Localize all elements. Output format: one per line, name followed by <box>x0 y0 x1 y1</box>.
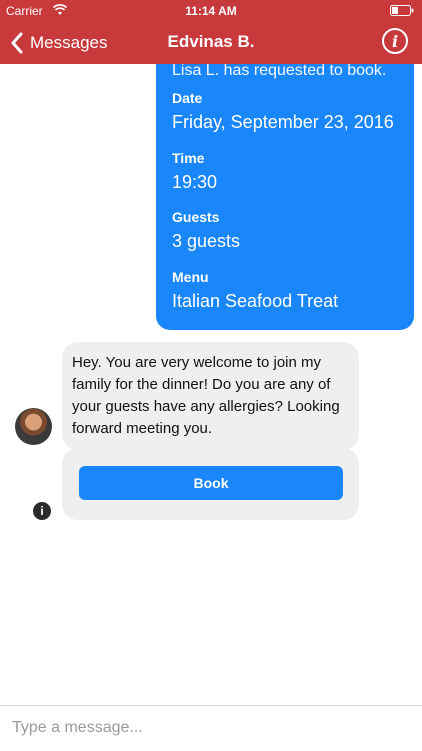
booking-field-menu: Menu Italian Seafood Treat <box>172 269 338 312</box>
booking-field-value: Friday, September 23, 2016 <box>172 112 394 132</box>
booking-request-text: Lisa L. has requested to book. <box>172 64 387 79</box>
info-icon[interactable]: i <box>382 28 408 54</box>
reply-message-bubble: Hey. You are very welcome to join my fam… <box>62 342 359 450</box>
battery-icon <box>390 5 414 16</box>
top-bar: Carrier 11:14 AM Messages Edvinas B. i <box>0 0 422 64</box>
message-input[interactable] <box>10 716 414 740</box>
booking-field-label: Time <box>172 150 205 166</box>
book-button[interactable]: Book <box>79 466 343 500</box>
info-icon-glyph: i <box>40 504 44 518</box>
booking-field-label: Date <box>172 90 203 106</box>
booking-request-bubble: Lisa L. has requested to book. Date Frid… <box>156 64 414 330</box>
booking-field-label: Menu <box>172 269 209 285</box>
booking-field-date: Date Friday, September 23, 2016 <box>172 90 394 133</box>
info-icon-glyph: i <box>391 31 399 51</box>
status-bar: Carrier 11:14 AM <box>0 0 422 22</box>
booking-field-guests: Guests 3 guests <box>172 209 240 252</box>
info-icon[interactable]: i <box>33 502 51 520</box>
message-composer <box>0 705 422 751</box>
booking-field-time: Time 19:30 <box>172 150 217 193</box>
chat-area[interactable]: Lisa L. has requested to book. Date Frid… <box>0 64 422 704</box>
booking-field-label: Guests <box>172 209 220 225</box>
booking-field-value: Italian Seafood Treat <box>172 291 339 311</box>
avatar[interactable] <box>15 408 52 445</box>
status-time: 11:14 AM <box>185 4 237 18</box>
booking-field-value: 19:30 <box>172 172 218 192</box>
book-action-card: Book <box>62 448 359 520</box>
nav-bar: Messages Edvinas B. i <box>0 22 422 64</box>
conversation-title: Edvinas B. <box>167 32 255 51</box>
booking-field-value: 3 guests <box>172 231 241 251</box>
